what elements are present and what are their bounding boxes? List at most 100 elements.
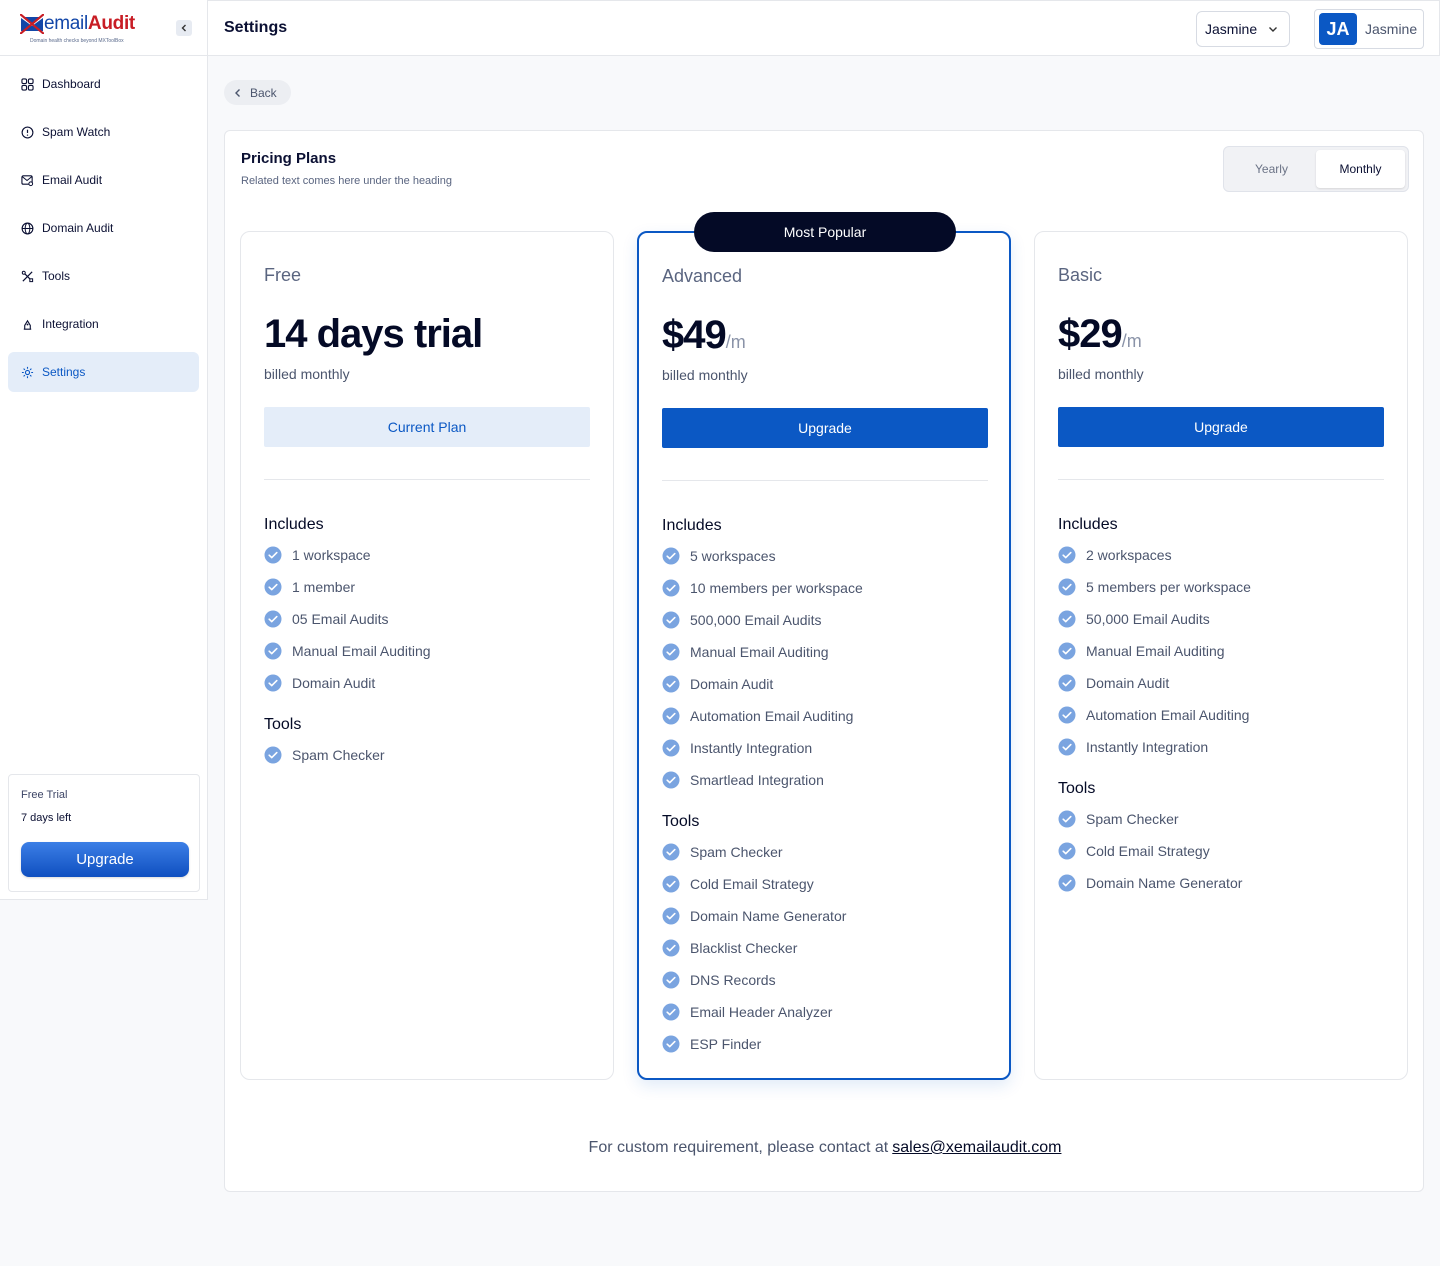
tool-label: Email Header Analyzer [690,1004,833,1020]
tool-label: Spam Checker [292,747,385,763]
tools-heading: Tools [662,813,700,830]
most-popular-badge: Most Popular [694,212,956,252]
tool-item: ESP Finder [662,1028,988,1060]
includes-heading: Includes [264,516,324,533]
check-circle-icon [662,675,680,693]
workspace-select-value: Jasmine [1205,21,1258,37]
feature-label: Automation Email Auditing [690,708,854,724]
sidebar-item-email-audit[interactable]: Email Audit [8,160,199,200]
feature-item: Automation Email Auditing [1058,699,1384,731]
check-circle-icon [662,707,680,725]
tool-label: ESP Finder [690,1036,762,1052]
chevron-left-icon [181,24,186,32]
logo-tagline: Domain health checks beyond MXToolBox [30,38,124,44]
toggle-monthly[interactable]: Monthly [1316,150,1405,188]
sidebar-item-integration[interactable]: Integration [8,304,199,344]
tool-item: Spam Checker [1058,803,1384,835]
feature-label: 10 members per workspace [690,580,863,596]
pricing-subtitle: Related text comes here under the headin… [241,175,452,187]
feature-item: Automation Email Auditing [662,700,988,732]
grid-icon [20,77,34,91]
feature-item: Instantly Integration [662,732,988,764]
logo[interactable]: emailAudit [20,14,135,34]
feature-label: Manual Email Auditing [292,643,431,659]
sidebar-item-tools[interactable]: Tools [8,256,199,296]
plan-billing-note: billed monthly [264,366,350,382]
current-plan-button[interactable]: Current Plan [264,407,590,447]
feature-label: 50,000 Email Audits [1086,611,1210,627]
feature-item: 1 member [264,571,590,603]
sidebar-item-label: Dashboard [42,77,101,91]
feature-label: Smartlead Integration [690,772,824,788]
top-bar: Settings Jasmine JA Jasmine [208,0,1440,56]
gear-icon [20,365,34,379]
pricing-title: Pricing Plans [241,150,337,167]
sidebar-item-label: Email Audit [42,173,103,187]
sidebar-item-settings[interactable]: Settings [8,352,199,392]
back-button[interactable]: Back [224,80,291,105]
upgrade-button[interactable]: Upgrade [1058,407,1384,447]
feature-label: 2 workspaces [1086,547,1172,563]
chevron-down-icon [1269,27,1277,32]
sidebar-item-spam-watch[interactable]: Spam Watch [8,112,199,152]
plan-name: Basic [1058,265,1103,285]
includes-heading: Includes [662,517,722,534]
check-circle-icon [1058,842,1076,860]
check-circle-icon [1058,642,1076,660]
feature-label: Domain Audit [690,676,774,692]
plan-price-period: /m [1121,331,1142,351]
check-circle-icon [662,739,680,757]
feature-item: Manual Email Auditing [264,635,590,667]
workspace-select[interactable]: Jasmine [1196,11,1290,47]
divider [1058,479,1384,480]
check-circle-icon [264,674,282,692]
tool-label: Spam Checker [690,844,783,860]
feature-item: Domain Audit [662,668,988,700]
feature-label: 05 Email Audits [292,611,389,627]
sidebar-item-label: Spam Watch [42,125,111,139]
footer-text: For custom requirement, please contact a… [588,1139,889,1156]
sidebar-upgrade-button[interactable]: Upgrade [21,842,189,877]
feature-label: 1 member [292,579,356,595]
check-circle-icon [1058,874,1076,892]
includes-heading: Includes [1058,516,1118,533]
sidebar: emailAudit Domain health checks beyond M… [0,0,208,900]
upgrade-button[interactable]: Upgrade [662,408,988,448]
check-circle-icon [264,642,282,660]
sidebar-item-label: Tools [42,269,71,283]
collapse-sidebar-button[interactable] [176,20,192,36]
divider [662,480,988,481]
plan-card-free: Free 14 days trial billed monthly Current P… [240,231,614,1080]
alert-circle-icon [20,125,34,139]
billing-period-toggle: Yearly Monthly [1223,146,1409,192]
feature-item: 2 workspaces [1058,539,1384,571]
logo-area: emailAudit Domain health checks beyond M… [0,0,207,56]
tool-item: DNS Records [662,964,988,996]
check-circle-icon [662,843,680,861]
tool-label: Cold Email Strategy [1086,843,1210,859]
check-circle-icon [662,1003,680,1021]
plan-price-period: /m [725,332,746,352]
feature-item: 500,000 Email Audits [662,604,988,636]
sales-email-link[interactable]: sales@xemailaudit.com [892,1139,1061,1156]
trial-title: Free Trial [21,789,68,801]
plan-price-value: $29 [1058,312,1123,356]
check-circle-icon [264,546,282,564]
check-circle-icon [1058,674,1076,692]
check-circle-icon [662,579,680,597]
plan-price: $29/m [1058,312,1142,357]
plan-features: Includes 2 workspaces 5 members per worksp… [1058,515,1384,899]
plan-card-basic: Basic $29/m billed monthly Upgrade Includes 2… [1034,231,1408,1080]
toggle-yearly[interactable]: Yearly [1227,150,1316,188]
check-circle-icon [1058,706,1076,724]
feature-label: 5 workspaces [690,548,776,564]
sidebar-item-domain-audit[interactable]: Domain Audit [8,208,199,248]
free-trial-card: Free Trial 7 days left Upgrade [8,774,200,892]
plan-price-value: 14 days trial [264,312,483,356]
user-menu[interactable]: JA Jasmine [1314,9,1424,49]
user-name: Jasmine [1365,21,1418,37]
feature-label: 500,000 Email Audits [690,612,822,628]
tools-heading: Tools [264,716,302,733]
sidebar-item-dashboard[interactable]: Dashboard [8,64,199,104]
tool-item: Cold Email Strategy [662,868,988,900]
